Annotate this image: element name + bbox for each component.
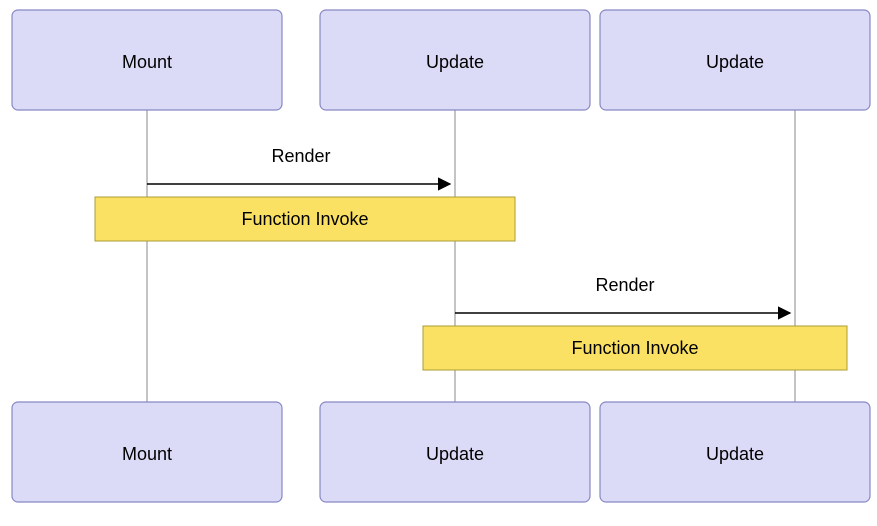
participant-p3-bottom: Update [600, 402, 870, 502]
note-n1-label: Function Invoke [241, 209, 368, 229]
participant-p2-top-label: Update [426, 52, 484, 72]
participant-p3-top: Update [600, 10, 870, 110]
message-m2-label: Render [595, 275, 654, 295]
message-m1-label: Render [271, 146, 330, 166]
participant-p3-top-label: Update [706, 52, 764, 72]
participant-p2-bottom: Update [320, 402, 590, 502]
participant-p3-bottom-label: Update [706, 444, 764, 464]
note-n1: Function Invoke [95, 197, 515, 241]
participant-p2-top: Update [320, 10, 590, 110]
participant-p1-top: Mount [12, 10, 282, 110]
participant-p2-bottom-label: Update [426, 444, 484, 464]
note-n2-label: Function Invoke [571, 338, 698, 358]
participant-p1-top-label: Mount [122, 52, 172, 72]
note-n2: Function Invoke [423, 326, 847, 370]
participant-p1-bottom: Mount [12, 402, 282, 502]
participant-p1-bottom-label: Mount [122, 444, 172, 464]
sequence-diagram: Mount Update Update Render Function Invo… [0, 0, 877, 526]
